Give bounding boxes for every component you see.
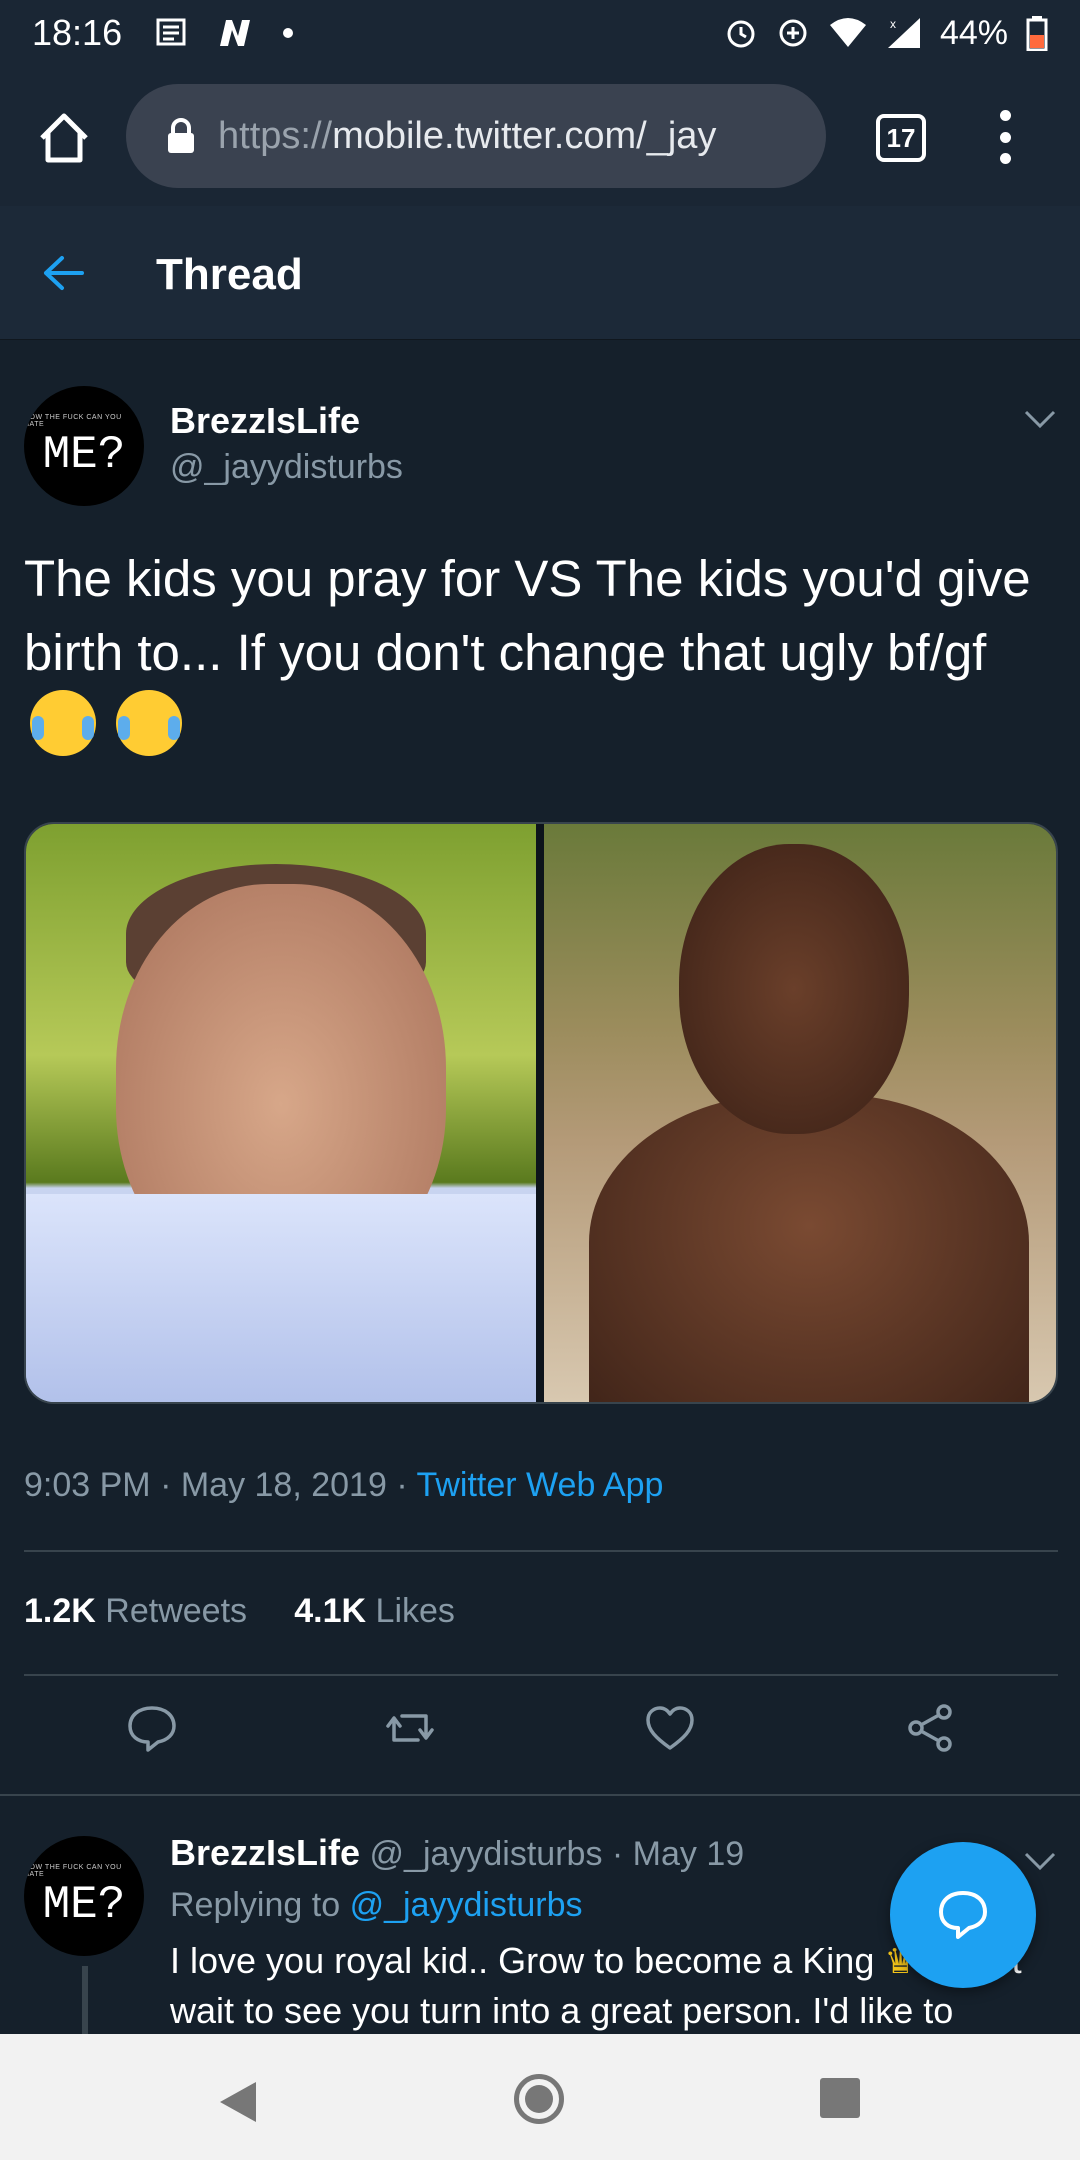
status-right-icons: x 44% (724, 14, 1048, 53)
photo-divider (536, 824, 544, 1402)
tab-switcher-button[interactable]: 17 (876, 114, 926, 162)
avatar-big-text: ME? (42, 1879, 126, 1931)
likes-stat[interactable]: 4.1K Likes (294, 1592, 455, 1630)
tears-of-joy-emoji-icon (30, 690, 96, 756)
reply-header: BrezzIsLife @_jayydisturbs · May 19 (170, 1832, 745, 1873)
retweets-stat[interactable]: 1.2K Retweets (24, 1592, 247, 1630)
compose-reply-button[interactable] (890, 1842, 1036, 1988)
dot-icon (283, 28, 294, 38)
battery-percent: 44% (939, 13, 1008, 52)
tweet-actions (0, 1700, 1080, 1772)
url-host: mobile.twitter.com/_jay (332, 114, 717, 157)
replying-to: Replying to @_jayydisturbs (170, 1886, 583, 1925)
n-app-icon (220, 20, 251, 46)
reply-avatar[interactable]: HOW THE FUCK CAN YOU HATE ME? (24, 1836, 144, 1956)
nav-recents-icon[interactable] (820, 2078, 860, 2118)
author-handle[interactable]: @_jayydisturbs (170, 448, 403, 487)
status-bar: 18:16 x 44% (0, 0, 1080, 66)
tweet-media[interactable] (24, 822, 1058, 1404)
tweet-stats: 1.2K Retweets 4.1K Likes (24, 1592, 455, 1631)
wifi-icon (829, 18, 866, 47)
tweet-text: The kids you pray for VS The kids you'd … (24, 542, 1064, 764)
likes-count: 4.1K (294, 1592, 367, 1630)
data-saver-icon (779, 19, 807, 47)
nav-home-icon[interactable] (514, 2074, 564, 2124)
alarm-icon (727, 20, 755, 48)
divider (24, 1674, 1058, 1676)
thread-line (82, 1966, 88, 2036)
reply-text-part1: I love you royal kid.. Grow to become a … (170, 1940, 875, 1981)
like-heart-icon[interactable] (642, 1700, 698, 1756)
likes-label: Likes (375, 1592, 455, 1630)
retweet-icon[interactable] (382, 1700, 438, 1756)
battery-icon (1026, 16, 1048, 51)
news-icon (156, 18, 186, 46)
tweet-time: 9:03 PM (24, 1466, 151, 1504)
reply-bubble-icon (939, 1891, 987, 1939)
status-time: 18:16 (32, 12, 123, 53)
replying-mention-link[interactable]: @_jayydisturbs (350, 1886, 583, 1924)
retweets-label: Retweets (105, 1592, 248, 1630)
chevron-down-icon[interactable] (1020, 404, 1060, 434)
tweet-date: May 18, 2019 (180, 1466, 387, 1504)
home-icon[interactable] (36, 110, 92, 166)
tweet-body: The kids you pray for VS The kids you'd … (24, 550, 1031, 681)
share-icon[interactable] (902, 1700, 958, 1756)
svg-text:x: x (890, 17, 896, 31)
page-title: Thread (156, 250, 303, 299)
avatar-small-text: HOW THE FUCK CAN YOU HATE (24, 414, 122, 428)
overflow-menu-icon[interactable] (990, 104, 1020, 170)
divider (0, 1794, 1080, 1796)
tweet-meta: 9:03 PM · May 18, 2019 · Twitter Web App (24, 1466, 664, 1504)
tears-of-joy-emoji-icon (116, 690, 183, 756)
divider (24, 1550, 1058, 1552)
url-scheme: https:// (218, 114, 333, 157)
browser-toolbar: https://mobile.twitter.com/_jay 17 (0, 66, 1080, 206)
photo-baby-left[interactable] (26, 824, 537, 1402)
retweets-count: 1.2K (24, 1592, 96, 1630)
avatar[interactable]: HOW THE FUCK CAN YOU HATE ME? (24, 386, 144, 506)
lock-icon (168, 118, 194, 153)
url-bar[interactable]: https://mobile.twitter.com/_jay (126, 84, 826, 188)
avatar-big-text: ME? (42, 429, 126, 481)
tweet-source-link[interactable]: Twitter Web App (416, 1466, 663, 1504)
photo-baby-right[interactable] (543, 824, 1056, 1402)
replying-label: Replying to (170, 1886, 341, 1924)
reply-icon[interactable] (124, 1700, 180, 1756)
status-left-icons (156, 18, 294, 48)
system-nav-bar (0, 2034, 1080, 2160)
nav-back-icon[interactable] (216, 2080, 260, 2124)
reply-author-handle[interactable]: @_jayydisturbs (370, 1835, 603, 1873)
back-arrow-icon[interactable] (40, 250, 86, 296)
chevron-down-icon[interactable] (1020, 1846, 1060, 1876)
author-name[interactable]: BrezzIsLife (170, 400, 360, 442)
reply-author-name[interactable]: BrezzIsLife (170, 1832, 360, 1873)
reply-date[interactable]: May 19 (633, 1835, 745, 1873)
signal-icon: x (887, 17, 920, 48)
avatar-small-text: HOW THE FUCK CAN YOU HATE (24, 1864, 122, 1878)
url-text: https://mobile.twitter.com/_jay (218, 115, 716, 158)
app-header: Thread (0, 206, 1080, 340)
